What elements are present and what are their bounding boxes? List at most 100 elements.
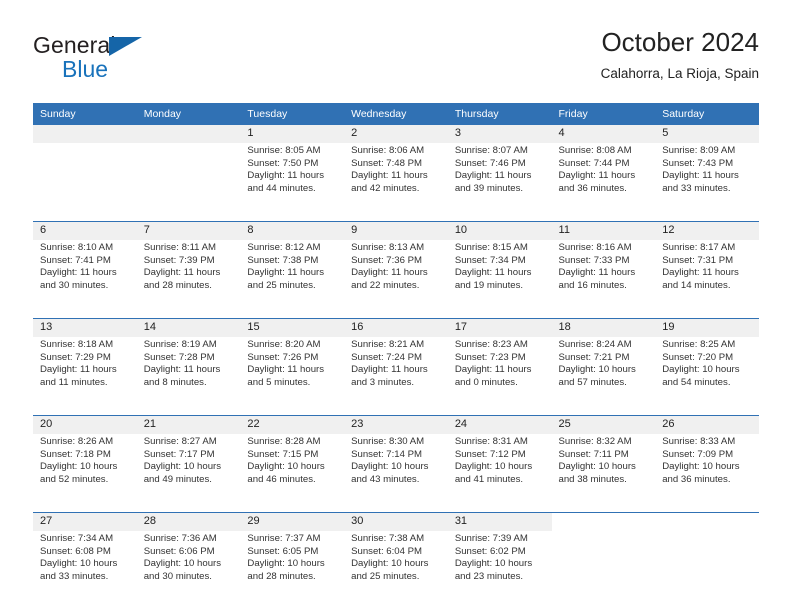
day-info-line: Daylight: 10 hours bbox=[454, 558, 533, 570]
general-blue-logo[interactable]: General Blue bbox=[33, 32, 263, 90]
day-cell[interactable]: Sunrise: 8:33 AM Sunset: 7:09 PM Daylight:… bbox=[655, 434, 759, 513]
day-number[interactable]: 4 bbox=[551, 125, 656, 143]
day-number[interactable]: 8 bbox=[240, 221, 345, 240]
day-info-line: and 25 minutes. bbox=[247, 279, 316, 291]
day-cell[interactable]: Sunrise: 8:15 AM Sunset: 7:34 PM Daylight:… bbox=[447, 240, 552, 319]
day-number[interactable]: 15 bbox=[240, 318, 345, 337]
day-cell[interactable]: Sunrise: 8:32 AM Sunset: 7:11 PM Daylight:… bbox=[551, 434, 656, 513]
day-number[interactable]: 28 bbox=[136, 512, 241, 531]
day-info-line: Sunrise: 8:11 AM bbox=[143, 242, 217, 253]
weekday-header-wednesday: Wednesday bbox=[344, 103, 448, 125]
day-number[interactable]: 26 bbox=[655, 415, 759, 434]
day-number[interactable]: 5 bbox=[655, 125, 759, 143]
day-cell[interactable]: Sunrise: 7:36 AM Sunset: 6:06 PM Daylight:… bbox=[136, 531, 241, 609]
day-number[interactable]: 24 bbox=[447, 415, 552, 434]
day-cell[interactable]: Sunrise: 8:25 AM Sunset: 7:20 PM Daylight:… bbox=[655, 337, 759, 416]
day-number[interactable]: 16 bbox=[344, 318, 448, 337]
weekday-header-monday: Monday bbox=[136, 103, 241, 125]
day-info-line: Sunrise: 7:39 AM bbox=[454, 533, 528, 544]
logo-text-blue: Blue bbox=[62, 56, 109, 82]
day-info-line: and 28 minutes. bbox=[143, 279, 212, 291]
day-info-line: Sunrise: 7:36 AM bbox=[143, 533, 217, 544]
day-cell[interactable]: Sunrise: 8:23 AM Sunset: 7:23 PM Daylight:… bbox=[447, 337, 552, 416]
day-number[interactable]: 20 bbox=[33, 415, 137, 434]
day-info-line: Sunset: 6:02 PM bbox=[454, 545, 526, 557]
day-cell[interactable]: Sunrise: 7:34 AM Sunset: 6:08 PM Daylight:… bbox=[33, 531, 137, 609]
day-number[interactable]: 29 bbox=[240, 512, 345, 531]
day-cell[interactable]: Sunrise: 8:27 AM Sunset: 7:17 PM Daylight:… bbox=[136, 434, 241, 513]
day-number[interactable]: 23 bbox=[344, 415, 448, 434]
day-info-line: Sunset: 7:50 PM bbox=[247, 157, 319, 169]
day-info-line: and 0 minutes. bbox=[454, 376, 518, 388]
day-number[interactable]: 30 bbox=[344, 512, 448, 531]
day-number[interactable]: 9 bbox=[344, 221, 448, 240]
day-cell[interactable]: Sunrise: 8:05 AM Sunset: 7:50 PM Daylight:… bbox=[240, 143, 345, 222]
day-info-line: and 33 minutes. bbox=[662, 182, 731, 194]
day-cell[interactable]: Sunrise: 8:19 AM Sunset: 7:28 PM Daylight:… bbox=[136, 337, 241, 416]
day-cell[interactable]: Sunrise: 7:39 AM Sunset: 6:02 PM Daylight:… bbox=[447, 531, 552, 609]
day-cell[interactable]: Sunrise: 8:06 AM Sunset: 7:48 PM Daylight:… bbox=[344, 143, 448, 222]
day-cell[interactable]: Sunrise: 8:13 AM Sunset: 7:36 PM Daylight:… bbox=[344, 240, 448, 319]
day-cell[interactable]: Sunrise: 8:11 AM Sunset: 7:39 PM Daylight:… bbox=[136, 240, 241, 319]
day-number[interactable]: 10 bbox=[447, 221, 552, 240]
day-cell[interactable]: Sunrise: 8:26 AM Sunset: 7:18 PM Daylight:… bbox=[33, 434, 137, 513]
day-number[interactable]: 2 bbox=[344, 125, 448, 143]
day-number[interactable]: 1 bbox=[240, 125, 345, 143]
day-info-line: Sunrise: 8:25 AM bbox=[662, 339, 736, 350]
day-cell[interactable]: Sunrise: 8:08 AM Sunset: 7:44 PM Daylight:… bbox=[551, 143, 656, 222]
day-cell[interactable]: Sunrise: 7:37 AM Sunset: 6:05 PM Daylight:… bbox=[240, 531, 345, 609]
day-cell[interactable]: Sunrise: 8:16 AM Sunset: 7:33 PM Daylight:… bbox=[551, 240, 656, 319]
day-number[interactable]: 12 bbox=[655, 221, 759, 240]
day-info-line: Daylight: 10 hours bbox=[143, 558, 222, 570]
day-number[interactable]: 22 bbox=[240, 415, 345, 434]
day-cell[interactable]: Sunrise: 8:18 AM Sunset: 7:29 PM Daylight:… bbox=[33, 337, 137, 416]
day-cell[interactable]: Sunrise: 8:28 AM Sunset: 7:15 PM Daylight:… bbox=[240, 434, 345, 513]
day-info-line: and 19 minutes. bbox=[454, 279, 524, 291]
day-info-line: and 57 minutes. bbox=[558, 376, 627, 388]
day-cell[interactable]: Sunrise: 8:17 AM Sunset: 7:31 PM Daylight:… bbox=[655, 240, 759, 319]
page-subtitle: Calahorra, La Rioja, Spain bbox=[600, 66, 759, 81]
weekday-header-tuesday: Tuesday bbox=[240, 103, 345, 125]
day-number[interactable]: 27 bbox=[33, 512, 137, 531]
empty-day-cell bbox=[655, 531, 759, 609]
day-number[interactable]: 21 bbox=[136, 415, 241, 434]
day-cell[interactable]: Sunrise: 8:30 AM Sunset: 7:14 PM Daylight:… bbox=[344, 434, 448, 513]
day-cell[interactable]: Sunrise: 7:38 AM Sunset: 6:04 PM Daylight:… bbox=[344, 531, 448, 609]
day-cell[interactable]: Sunrise: 8:12 AM Sunset: 7:38 PM Daylight:… bbox=[240, 240, 345, 319]
day-number[interactable]: 31 bbox=[447, 512, 552, 531]
day-info-line: Daylight: 10 hours bbox=[40, 558, 118, 570]
day-cell[interactable]: Sunrise: 8:31 AM Sunset: 7:12 PM Daylight:… bbox=[447, 434, 552, 513]
day-number[interactable]: 7 bbox=[136, 221, 241, 240]
weekday-header-thursday: Thursday bbox=[447, 103, 552, 125]
day-cell[interactable]: Sunrise: 8:09 AM Sunset: 7:43 PM Daylight:… bbox=[655, 143, 759, 222]
day-cell[interactable]: Sunrise: 8:21 AM Sunset: 7:24 PM Daylight:… bbox=[344, 337, 448, 416]
day-cell[interactable]: Sunrise: 8:10 AM Sunset: 7:41 PM Daylight:… bbox=[33, 240, 137, 319]
day-cell[interactable]: Sunrise: 8:24 AM Sunset: 7:21 PM Daylight:… bbox=[551, 337, 656, 416]
day-number[interactable]: 18 bbox=[551, 318, 656, 337]
triangle-icon bbox=[109, 37, 142, 56]
day-number[interactable]: 6 bbox=[33, 221, 137, 240]
day-info-line: Sunrise: 8:33 AM bbox=[662, 436, 736, 447]
day-info-line: and 33 minutes. bbox=[40, 570, 109, 582]
day-info-line: Daylight: 10 hours bbox=[558, 364, 636, 376]
day-number[interactable]: 13 bbox=[33, 318, 137, 337]
day-number[interactable]: 17 bbox=[447, 318, 552, 337]
day-number[interactable]: 11 bbox=[551, 221, 656, 240]
day-number[interactable]: 19 bbox=[655, 318, 759, 337]
day-info-line: Sunrise: 8:19 AM bbox=[143, 339, 217, 350]
day-cell[interactable]: Sunrise: 8:20 AM Sunset: 7:26 PM Daylight:… bbox=[240, 337, 345, 416]
day-cell[interactable]: Sunrise: 8:07 AM Sunset: 7:46 PM Daylight:… bbox=[447, 143, 552, 222]
day-number[interactable]: 25 bbox=[551, 415, 656, 434]
day-info-line: and 42 minutes. bbox=[351, 182, 420, 194]
day-info-line: Sunset: 6:04 PM bbox=[351, 545, 423, 557]
day-info-line: and 54 minutes. bbox=[662, 376, 731, 388]
day-info-line: Sunrise: 7:38 AM bbox=[351, 533, 425, 544]
day-number[interactable]: 3 bbox=[447, 125, 552, 143]
day-info-line: Daylight: 10 hours bbox=[454, 461, 533, 473]
day-info-line: Sunrise: 8:17 AM bbox=[662, 242, 736, 253]
day-info-line: Daylight: 11 hours bbox=[558, 170, 636, 182]
day-number[interactable]: 14 bbox=[136, 318, 241, 337]
empty-day-number bbox=[551, 512, 656, 531]
day-info-line: Sunset: 7:11 PM bbox=[558, 448, 629, 460]
day-info-line: and 52 minutes. bbox=[40, 473, 109, 485]
